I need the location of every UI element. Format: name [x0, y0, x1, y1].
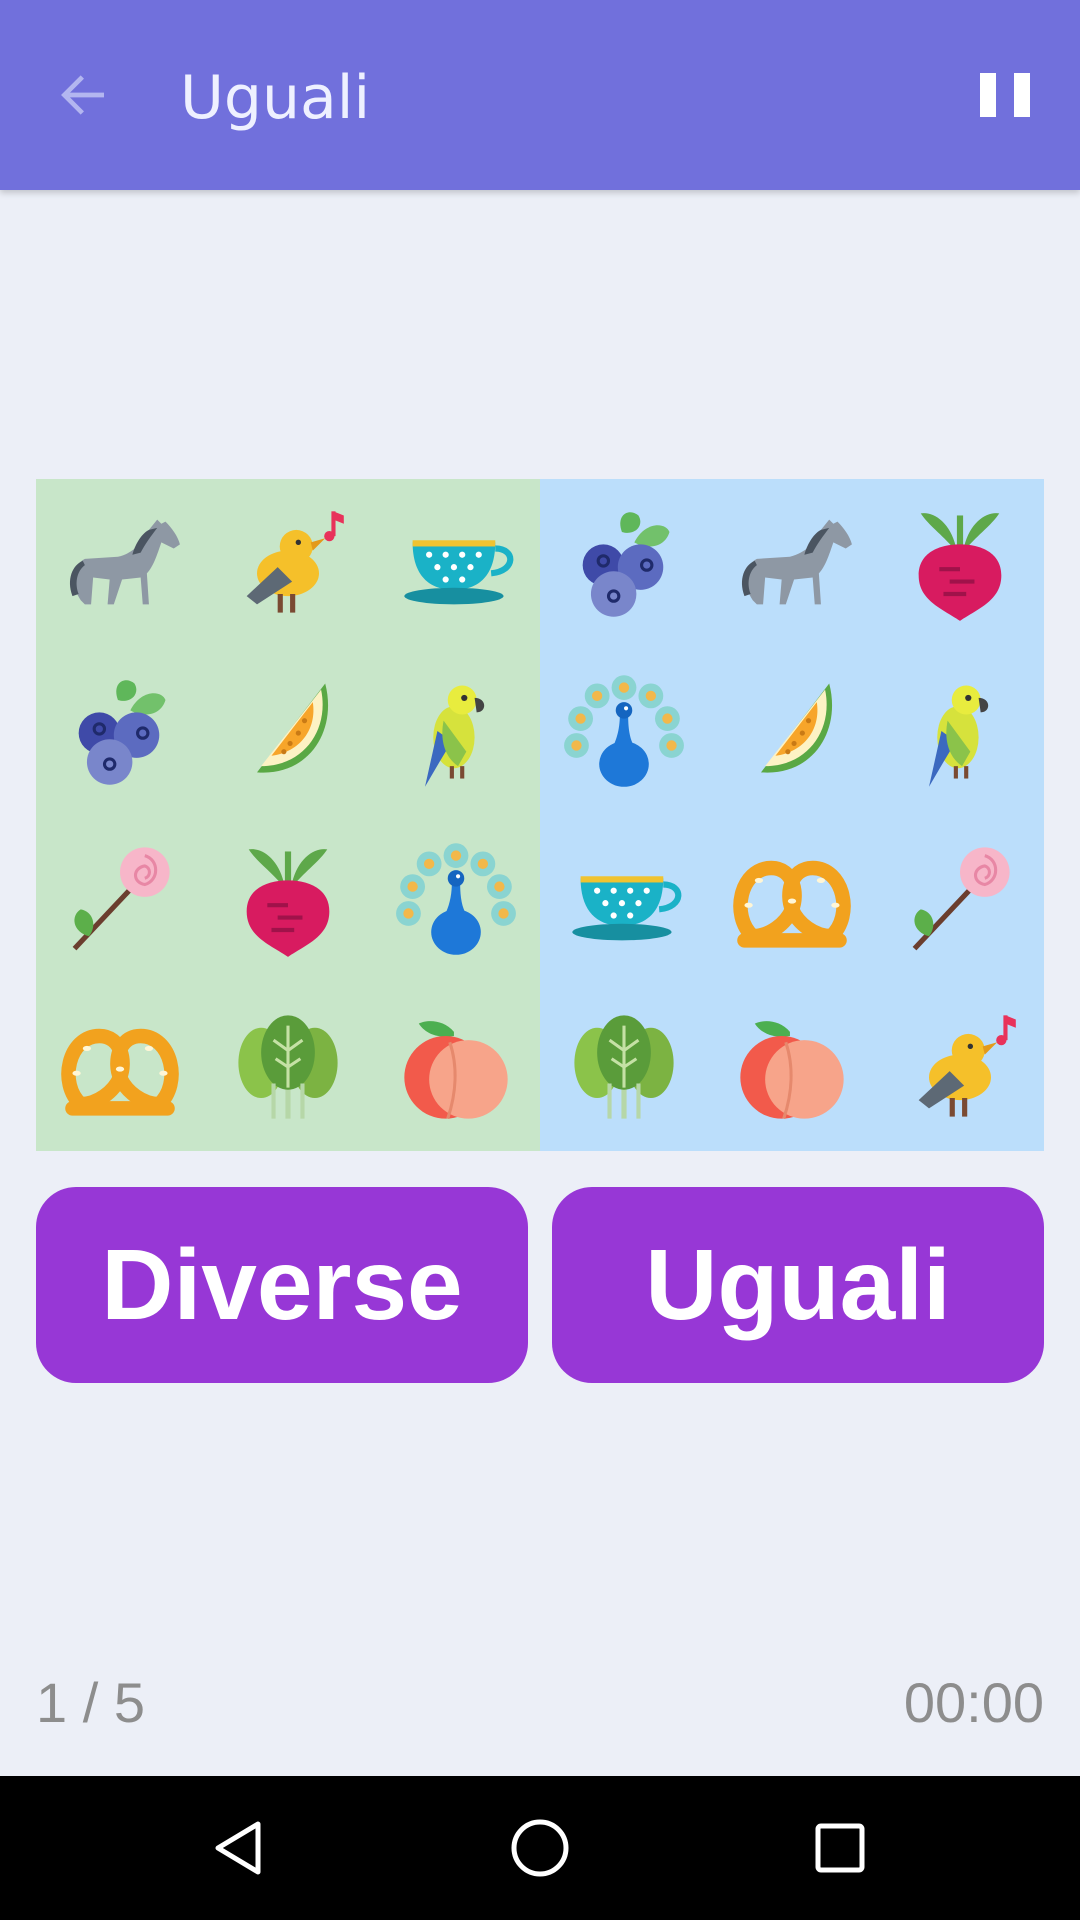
nav-home-icon [511, 1819, 569, 1877]
uguali-button[interactable]: Uguali [552, 1187, 1044, 1383]
grid-cell [540, 647, 708, 815]
grid-cell [708, 983, 876, 1151]
blueberries-icon [581, 510, 672, 619]
singing-bird-icon [226, 501, 350, 625]
peach-icon [738, 1019, 846, 1121]
grid-cell [36, 815, 204, 983]
singing-bird-icon [898, 1005, 1022, 1129]
leafy-greens-icon [562, 1005, 686, 1129]
grid-cell [876, 479, 1044, 647]
parrot-icon [425, 685, 485, 787]
grid-cell [372, 647, 540, 815]
grid-cell [540, 983, 708, 1151]
pause-icon [980, 73, 996, 117]
grid-cell [540, 815, 708, 983]
rose-icon [898, 837, 1022, 961]
peacock-icon [564, 675, 684, 787]
grid-cell [876, 983, 1044, 1151]
right-panel [540, 479, 1044, 1151]
grid-cell [708, 647, 876, 815]
grid-cell [372, 815, 540, 983]
pretzel-icon [58, 1005, 182, 1129]
grid-cell [204, 815, 372, 983]
horse-icon [69, 519, 180, 605]
nav-recents-icon [815, 1823, 865, 1873]
teacup-icon [394, 501, 518, 625]
beet-icon [898, 501, 1022, 625]
melon-icon [761, 683, 833, 773]
pause-button[interactable] [980, 70, 1030, 120]
progress-counter: 1 / 5 [36, 1671, 145, 1734]
leafy-greens-icon [226, 1005, 350, 1129]
grid-cell [708, 815, 876, 983]
grid-cell [372, 983, 540, 1151]
diverse-button[interactable]: Diverse [36, 1187, 528, 1383]
grid-cell [540, 479, 708, 647]
blueberries-icon [77, 678, 168, 787]
timer: 00:00 [903, 1671, 1044, 1734]
back-button[interactable] [50, 62, 116, 128]
grid-cell [36, 647, 204, 815]
app-bar: Uguali [0, 0, 1080, 190]
system-nav-bar [0, 1776, 1080, 1920]
pause-icon-bar [1014, 73, 1030, 117]
rose-icon [58, 837, 182, 961]
beet-icon [226, 837, 350, 961]
arrow-left-icon [61, 75, 104, 115]
melon-icon [257, 683, 329, 773]
horse-icon [741, 519, 852, 605]
grid-cell [372, 479, 540, 647]
nav-back-icon [215, 1821, 261, 1875]
nav-back-button[interactable] [200, 1808, 280, 1888]
grid-cell [204, 647, 372, 815]
nav-recents-button[interactable] [800, 1808, 880, 1888]
teacup-icon [562, 837, 686, 961]
page-title: Uguali [180, 63, 371, 133]
grid-cell [204, 983, 372, 1151]
grid-cell [36, 983, 204, 1151]
grid-cell [204, 479, 372, 647]
grid-cell [876, 647, 1044, 815]
grid-cell [36, 479, 204, 647]
parrot-icon [929, 685, 989, 787]
comparison-board [36, 479, 1044, 1151]
grid-cell [708, 479, 876, 647]
peach-icon [402, 1019, 510, 1121]
peacock-icon [396, 843, 516, 955]
pretzel-icon [730, 837, 854, 961]
left-panel [36, 479, 540, 1151]
grid-cell [876, 815, 1044, 983]
nav-home-button[interactable] [500, 1808, 580, 1888]
